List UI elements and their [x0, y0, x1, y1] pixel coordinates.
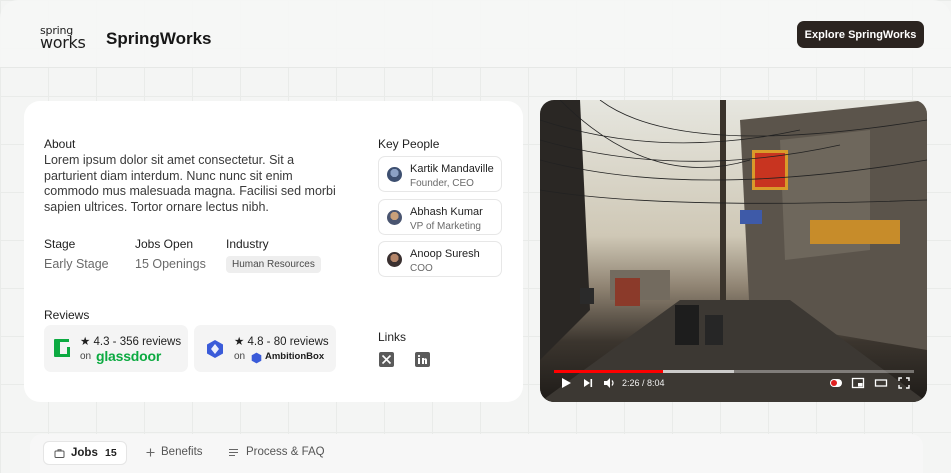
- about-text: Lorem ipsum dolor sit amet consectetur. …: [44, 153, 336, 214]
- next-icon[interactable]: [581, 376, 595, 390]
- section-tabs: Jobs 15 Benefits Process & FAQ: [30, 434, 923, 473]
- person-role: Founder, CEO: [410, 178, 474, 189]
- tab-jobs-label: Jobs: [71, 447, 98, 459]
- tab-process-faq[interactable]: Process & FAQ: [228, 441, 328, 465]
- reviews-title: Reviews: [44, 308, 90, 322]
- volume-icon[interactable]: [602, 376, 616, 390]
- x-twitter-icon[interactable]: [379, 352, 394, 367]
- video-player[interactable]: 2:26 / 8:04: [540, 100, 927, 402]
- glassdoor-on-label: on: [80, 351, 92, 362]
- street-scene-thumbnail: [540, 100, 927, 402]
- about-title: About: [44, 137, 76, 151]
- person-name: Abhash Kumar: [410, 206, 483, 218]
- glassdoor-rating: ★ 4.3 - 356 reviews: [80, 336, 182, 348]
- linkedin-icon[interactable]: [415, 352, 430, 367]
- industry-label: Industry: [226, 237, 269, 251]
- glassdoor-icon: [53, 337, 71, 364]
- header: spring works SpringWorks Explore SpringW…: [0, 0, 951, 68]
- glassdoor-review-card[interactable]: ★ 4.3 - 356 reviews on glassdoor: [44, 325, 188, 372]
- list-icon: [228, 447, 239, 461]
- tab-process-faq-label: Process & FAQ: [246, 446, 325, 458]
- ambitionbox-small-icon: [251, 351, 262, 369]
- person-name: Kartik Mandaville: [410, 163, 494, 175]
- fullscreen-icon[interactable]: [897, 376, 911, 390]
- briefcase-icon: [54, 448, 65, 462]
- person-role: VP of Marketing: [410, 221, 481, 232]
- avatar: [387, 167, 402, 182]
- ambitionbox-on-label: on: [234, 351, 246, 362]
- key-people-title: Key People: [378, 137, 440, 151]
- page-frame: spring works SpringWorks Explore SpringW…: [0, 0, 951, 473]
- brand-name: SpringWorks: [106, 29, 212, 48]
- tab-benefits[interactable]: Benefits: [143, 441, 223, 465]
- ambitionbox-icon: [206, 339, 224, 364]
- ambitionbox-wordmark: AmbitionBox: [265, 351, 325, 362]
- person-card[interactable]: Kartik Mandaville Founder, CEO: [378, 156, 502, 192]
- tab-jobs[interactable]: Jobs 15: [43, 441, 127, 465]
- stage-label: Stage: [44, 237, 76, 251]
- glassdoor-wordmark: glassdoor: [96, 348, 162, 364]
- miniplayer-icon[interactable]: [851, 376, 865, 390]
- explore-springworks-button[interactable]: Explore SpringWorks: [797, 21, 924, 48]
- industry-chip: Human Resources: [226, 256, 321, 273]
- person-role: COO: [410, 263, 433, 274]
- ambitionbox-rating: ★ 4.8 - 80 reviews: [234, 336, 329, 348]
- springworks-logo[interactable]: spring works: [40, 25, 92, 52]
- avatar: [387, 252, 402, 267]
- stage-value: Early Stage: [44, 257, 109, 271]
- autoplay-toggle-icon[interactable]: [829, 376, 843, 390]
- person-card[interactable]: Anoop Suresh COO: [378, 241, 502, 277]
- person-card[interactable]: Abhash Kumar VP of Marketing: [378, 199, 502, 235]
- jobs-count-badge: 15: [105, 447, 117, 459]
- avatar: [387, 210, 402, 225]
- video-progress-track[interactable]: [554, 370, 914, 373]
- plus-icon: [145, 447, 156, 461]
- company-info-card: About Lorem ipsum dolor sit amet consect…: [24, 101, 523, 402]
- tab-benefits-label: Benefits: [161, 446, 203, 458]
- theater-mode-icon[interactable]: [874, 376, 888, 390]
- video-progress-bar: [554, 370, 663, 373]
- person-name: Anoop Suresh: [410, 248, 480, 260]
- jobs-open-label: Jobs Open: [135, 237, 194, 251]
- jobs-open-value: 15 Openings: [135, 257, 206, 271]
- ambitionbox-review-card[interactable]: ★ 4.8 - 80 reviews on AmbitionBox: [194, 325, 336, 372]
- logo-line-2: works: [40, 33, 86, 52]
- video-time: 2:26 / 8:04: [622, 378, 665, 388]
- links-title: Links: [378, 330, 407, 344]
- play-icon[interactable]: [559, 376, 573, 390]
